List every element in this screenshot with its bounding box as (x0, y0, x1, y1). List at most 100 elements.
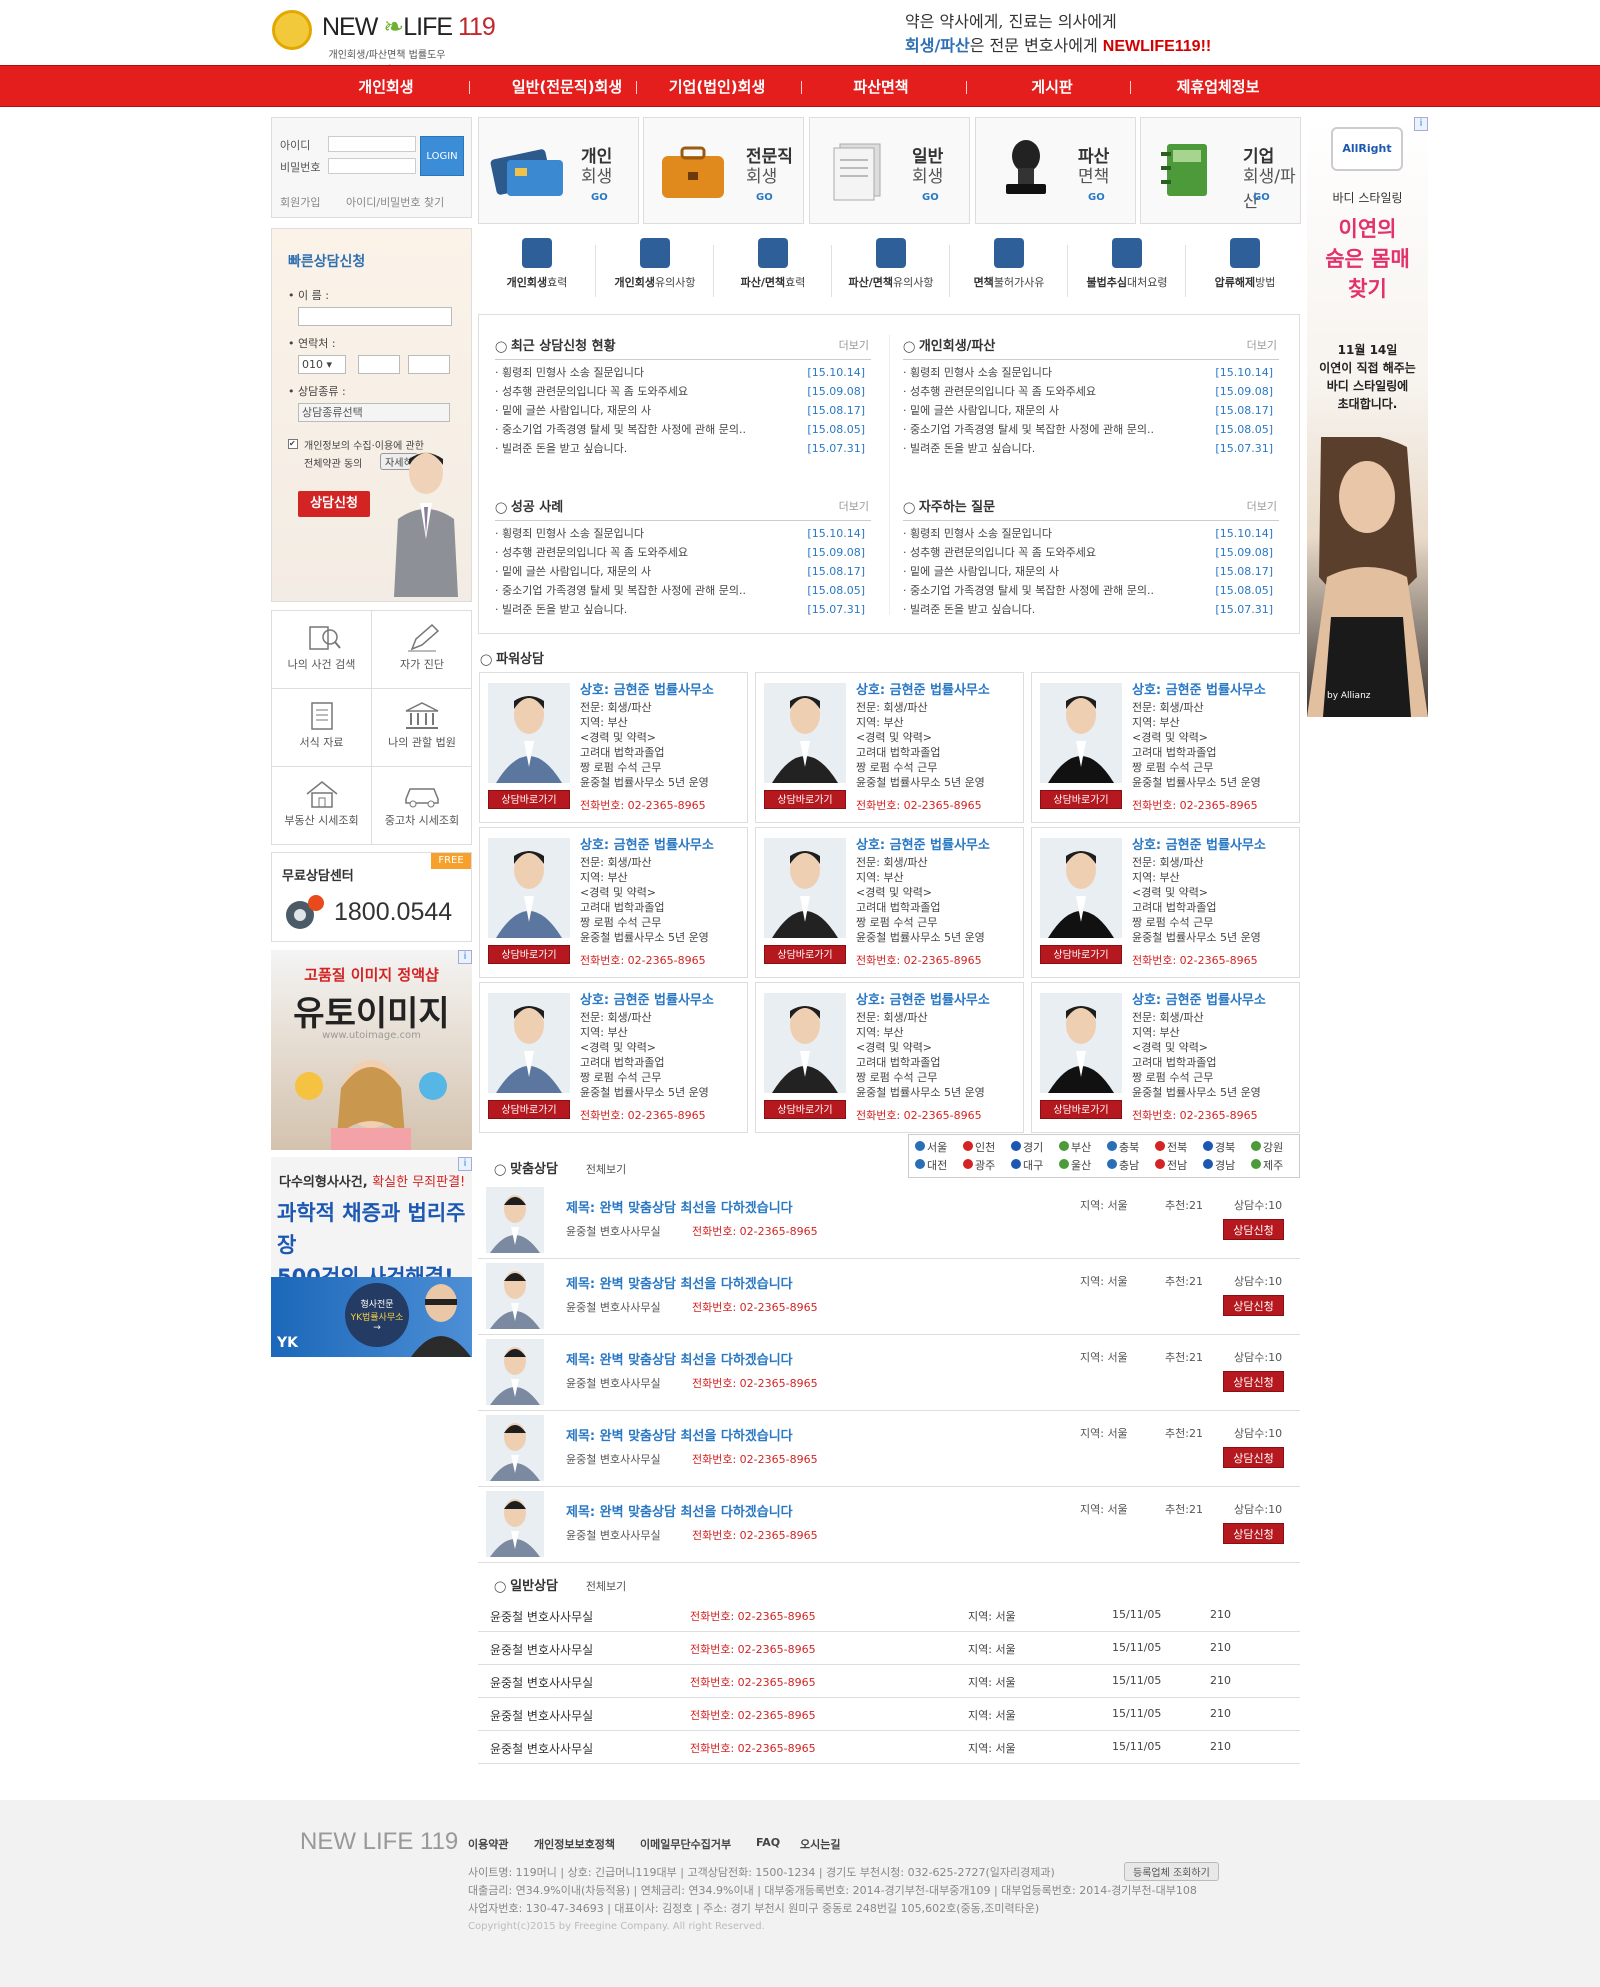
board-row[interactable]: · 성추행 관련문의입니다 꼭 좀 도와주세요 [15.09.08] (903, 382, 1279, 401)
general-row[interactable]: 윤중철 변호사사무실 전화번호: 02-2365-8965 지역: 서울 15/11/… (478, 1632, 1300, 1665)
board-row[interactable]: · 성추행 관련문의입니다 꼭 좀 도와주세요 [15.09.08] (495, 382, 871, 401)
category-general[interactable]: 일반 회생 GO (809, 117, 970, 224)
go-link[interactable]: GO (922, 192, 939, 203)
footer-logo[interactable]: NEW LIFE 119 (300, 1828, 458, 1856)
board-row[interactable]: · 횡령죄 민형사 소송 질문입니다 [15.10.14] (903, 363, 1279, 382)
board-more-link[interactable]: 더보기 (1247, 498, 1277, 514)
board-more-link[interactable]: 더보기 (839, 337, 869, 353)
match-consult-button[interactable]: 상담신청 (1223, 1523, 1284, 1544)
go-link[interactable]: GO (1253, 192, 1270, 203)
category-personal[interactable]: 개인 회생 GO (478, 117, 639, 224)
subnav-item[interactable]: 불법추심대처요령 (1068, 232, 1186, 306)
board-row[interactable]: · 횡령죄 민형사 소송 질문입니다 [15.10.14] (495, 524, 871, 543)
subnav-item[interactable]: 개인회생효력 (478, 232, 596, 306)
board-row[interactable]: · 횡령죄 민형사 소송 질문입니다 [15.10.14] (495, 363, 871, 382)
match-subject[interactable]: 제목: 완벽 맞춤상담 최선을 다하겠습니다 (566, 1273, 793, 1292)
join-link[interactable]: 회원가입 (280, 194, 320, 210)
grid-forms[interactable]: 서식 자료 (272, 689, 372, 767)
region-4[interactable]: 충북 (1107, 1139, 1139, 1155)
consult-go-button[interactable]: 상담바로가기 (488, 1100, 570, 1119)
lawyer-name[interactable]: 상호: 금현준 법률사무소 (1132, 989, 1266, 1008)
consult-go-button[interactable]: 상담바로가기 (1040, 945, 1122, 964)
board-row[interactable]: · 밑에 글쓴 사람입니다, 재문의 사 [15.08.17] (495, 401, 871, 420)
site-logo[interactable]: NEW ❧LIFE 119 개인회생/파산면책 법률도우미 (272, 8, 512, 76)
lawyer-name[interactable]: 상호: 금현준 법률사무소 (856, 834, 990, 853)
consult-go-button[interactable]: 상담바로가기 (488, 945, 570, 964)
general-row[interactable]: 윤중철 변호사사무실 전화번호: 02-2365-8965 지역: 서울 15/11/… (478, 1665, 1300, 1698)
grid-court[interactable]: 나의 관할 법원 (372, 689, 472, 767)
board-more-link[interactable]: 더보기 (839, 498, 869, 514)
consult-go-button[interactable]: 상담바로가기 (488, 790, 570, 809)
lawyer-name[interactable]: 상호: 금현준 법률사무소 (580, 834, 714, 853)
board-row[interactable]: · 빌려준 돈을 받고 싶습니다. [15.07.31] (903, 600, 1279, 619)
consult-go-button[interactable]: 상담바로가기 (764, 1100, 846, 1119)
nav-item[interactable]: 게시판 (967, 66, 1137, 108)
region-14[interactable]: 경남 (1203, 1157, 1235, 1173)
phone-mid-input[interactable] (358, 355, 400, 374)
general-row[interactable]: 윤중철 변호사사무실 전화번호: 02-2365-8965 지역: 서울 15/11/… (478, 1698, 1300, 1731)
ad-banner-allright[interactable]: i AllRight 바디 스타일링 이연의 숨은 몸매 찾기 11월 14일 … (1307, 117, 1428, 717)
registered-lookup-button[interactable]: 등록업체 조회하기 (1124, 1862, 1219, 1881)
lawyer-name[interactable]: 상호: 금현준 법률사무소 (1132, 679, 1266, 698)
match-subject[interactable]: 제목: 완벽 맞춤상담 최선을 다하겠습니다 (566, 1349, 793, 1368)
go-link[interactable]: GO (756, 192, 773, 203)
match-subject[interactable]: 제목: 완벽 맞춤상담 최선을 다하겠습니다 (566, 1501, 793, 1520)
match-subject[interactable]: 제목: 완벽 맞춤상담 최선을 다하겠습니다 (566, 1197, 793, 1216)
region-3[interactable]: 부산 (1059, 1139, 1091, 1155)
free-consult-center[interactable]: 무료상담센터 FREE 1800.0544 (271, 852, 472, 942)
general-row[interactable]: 윤중철 변호사사무실 전화번호: 02-2365-8965 지역: 서울 15/11/… (478, 1731, 1300, 1764)
phone-prefix-select[interactable]: 010 ▾ (298, 355, 346, 374)
ad-info-icon[interactable]: i (458, 950, 472, 964)
consult-go-button[interactable]: 상담바로가기 (1040, 1100, 1122, 1119)
find-account-link[interactable]: 아이디/비밀번호 찾기 (346, 194, 444, 210)
board-row[interactable]: · 빌려준 돈을 받고 싶습니다. [15.07.31] (495, 439, 871, 458)
region-8[interactable]: 대전 (915, 1157, 947, 1173)
consult-go-button[interactable]: 상담바로가기 (764, 790, 846, 809)
board-row[interactable]: · 빌려준 돈을 받고 싶습니다. [15.07.31] (495, 600, 871, 619)
nav-item[interactable]: 개인회생 (301, 66, 471, 108)
lawyer-name[interactable]: 상호: 금현준 법률사무소 (856, 679, 990, 698)
lawyer-name[interactable]: 상호: 금현준 법률사무소 (580, 989, 714, 1008)
lawyer-name[interactable]: 상호: 금현준 법률사무소 (580, 679, 714, 698)
match-consult-button[interactable]: 상담신청 (1223, 1447, 1284, 1468)
board-row[interactable]: · 성추행 관련문의입니다 꼭 좀 도와주세요 [15.09.08] (903, 543, 1279, 562)
footer-link-terms[interactable]: 이용약관 (468, 1836, 508, 1852)
subnav-item[interactable]: 면책불허가사유 (950, 232, 1068, 306)
match-consult-button[interactable]: 상담신청 (1223, 1295, 1284, 1316)
match-view-all[interactable]: 전체보기 (586, 1163, 626, 1176)
match-consult-button[interactable]: 상담신청 (1223, 1371, 1284, 1392)
subnav-item[interactable]: 압류해제방법 (1186, 232, 1304, 306)
region-9[interactable]: 광주 (963, 1157, 995, 1173)
board-row[interactable]: · 성추행 관련문의입니다 꼭 좀 도와주세요 [15.09.08] (495, 543, 871, 562)
board-row[interactable]: · 밑에 글쓴 사람입니다, 재문의 사 [15.08.17] (903, 562, 1279, 581)
board-row[interactable]: · 밑에 글쓴 사람입니다, 재문의 사 [15.08.17] (495, 562, 871, 581)
board-row[interactable]: · 중소기업 가족경영 탈세 및 복잡한 사정에 관해 문의.. [15.08.0… (495, 581, 871, 600)
ad-info-icon[interactable]: i (1414, 117, 1428, 131)
board-row[interactable]: · 중소기업 가족경영 탈세 및 복잡한 사정에 관해 문의.. [15.08.0… (495, 420, 871, 439)
general-row[interactable]: 윤중철 변호사사무실 전화번호: 02-2365-8965 지역: 서울 15/11/… (478, 1599, 1300, 1632)
category-professional[interactable]: 전문직 회생 GO (643, 117, 804, 224)
general-view-all[interactable]: 전체보기 (586, 1580, 626, 1593)
lawyer-name[interactable]: 상호: 금현준 법률사무소 (856, 989, 990, 1008)
ad-banner-yk-law[interactable]: i 다수의형사사건, 확실한 무죄판결! 과학적 채증과 법리주장500건의 사… (271, 1157, 472, 1357)
ad-banner-utoimage[interactable]: i 고품질 이미지 정액샵 유토이미지 www.utoimage.com (271, 950, 472, 1150)
footer-link-faq[interactable]: FAQ (756, 1836, 780, 1849)
id-input[interactable] (328, 136, 416, 152)
agree-checkbox[interactable]: ✔ (288, 439, 298, 449)
type-select[interactable]: 상담종류선택 (298, 403, 450, 422)
consult-submit-button[interactable]: 상담신청 (298, 491, 370, 517)
region-11[interactable]: 울산 (1059, 1157, 1091, 1173)
nav-item[interactable]: 기업(법인)회생 (632, 66, 802, 108)
subnav-item[interactable]: 파산/면책효력 (714, 232, 832, 306)
subnav-item[interactable]: 개인회생유의사항 (596, 232, 714, 306)
grid-self-check[interactable]: 자가 진단 (372, 611, 472, 689)
region-12[interactable]: 충남 (1107, 1157, 1139, 1173)
consult-go-button[interactable]: 상담바로가기 (1040, 790, 1122, 809)
region-10[interactable]: 대구 (1011, 1157, 1043, 1173)
nav-item[interactable]: 파산면책 (796, 66, 966, 108)
region-2[interactable]: 경기 (1011, 1139, 1043, 1155)
board-row[interactable]: · 횡령죄 민형사 소송 질문입니다 [15.10.14] (903, 524, 1279, 543)
phone-last-input[interactable] (408, 355, 450, 374)
region-6[interactable]: 경북 (1203, 1139, 1235, 1155)
board-row[interactable]: · 중소기업 가족경영 탈세 및 복잡한 사정에 관해 문의.. [15.08.0… (903, 581, 1279, 600)
